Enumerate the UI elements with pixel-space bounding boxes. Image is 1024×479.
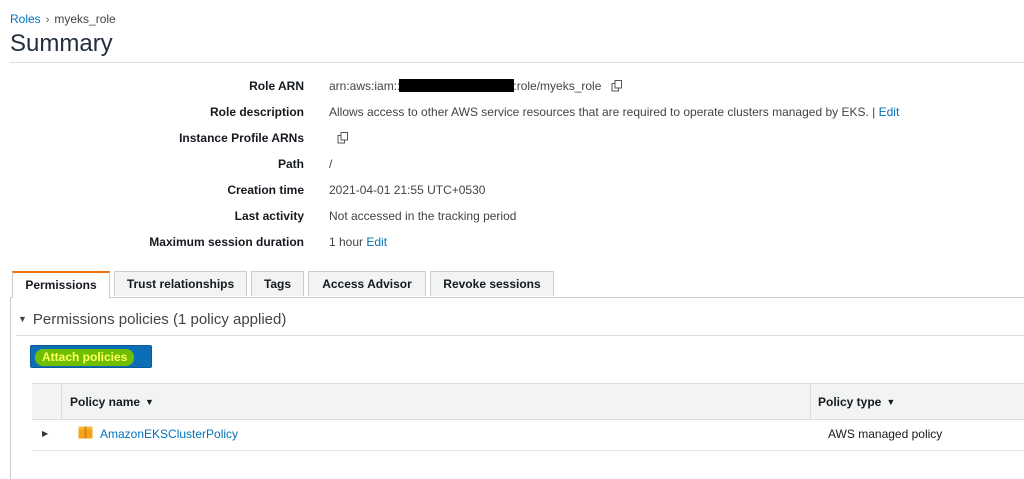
permissions-panel: ▼ Permissions policies (1 policy applied)… bbox=[10, 297, 1024, 479]
breadcrumb-current: myeks_role bbox=[54, 12, 116, 26]
caret-down-icon: ▼ bbox=[18, 314, 27, 324]
max-session-label: Maximum session duration bbox=[149, 235, 304, 249]
last-activity-label: Last activity bbox=[234, 209, 304, 223]
policy-name-link[interactable]: AmazonEKSClusterPolicy bbox=[100, 427, 238, 441]
edit-session-duration-link[interactable]: Edit bbox=[366, 235, 387, 249]
last-activity-value: Not accessed in the tracking period bbox=[329, 209, 517, 223]
title-divider bbox=[10, 62, 1024, 63]
policy-name-header[interactable]: Policy name ▼ bbox=[70, 395, 154, 409]
path-value: / bbox=[329, 157, 333, 171]
table-header: Policy name ▼ Policy type ▼ bbox=[32, 383, 1024, 420]
breadcrumb-roles-link[interactable]: Roles bbox=[10, 12, 41, 26]
instance-profile-value bbox=[329, 131, 349, 145]
edit-description-link[interactable]: Edit bbox=[879, 105, 900, 119]
expand-triangle-icon[interactable]: ▶ bbox=[42, 429, 48, 438]
path-label: Path bbox=[277, 157, 304, 171]
creation-time-value: 2021-04-01 21:55 UTC+0530 bbox=[329, 183, 486, 197]
table-row: ▶ AmazonEKSClusterPolicy AWS managed pol… bbox=[32, 420, 1024, 451]
tab-permissions[interactable]: Permissions bbox=[12, 271, 110, 298]
role-arn-row: Role ARN arn:aws:iam:::role/myeks_role bbox=[0, 79, 1024, 105]
page-title: Summary bbox=[10, 30, 113, 57]
chevron-right-icon: › bbox=[45, 14, 50, 26]
attach-policies-button[interactable]: Attach policies bbox=[30, 345, 152, 368]
role-tabs: Permissions Trust relationships Tags Acc… bbox=[10, 271, 1024, 298]
attach-policies-label: Attach policies bbox=[35, 349, 135, 366]
role-arn-label: Role ARN bbox=[249, 79, 304, 93]
role-arn-prefix: arn:aws:iam:: bbox=[329, 79, 401, 93]
permissions-section-title: Permissions policies (1 policy applied) bbox=[32, 311, 287, 328]
expand-column-header bbox=[32, 384, 62, 419]
sort-caret-icon: ▼ bbox=[145, 397, 154, 407]
tab-access-advisor[interactable]: Access Advisor bbox=[308, 271, 426, 296]
policy-type-header[interactable]: Policy type ▼ bbox=[818, 395, 895, 409]
column-divider bbox=[810, 384, 811, 419]
tab-revoke-sessions[interactable]: Revoke sessions bbox=[430, 271, 554, 296]
role-description-value: Allows access to other AWS service resou… bbox=[329, 105, 876, 119]
max-session-value: 1 hour bbox=[329, 235, 364, 249]
role-description-row: Role description Allows access to other … bbox=[0, 105, 1024, 131]
instance-profile-label: Instance Profile ARNs bbox=[179, 131, 304, 145]
instance-profile-row: Instance Profile ARNs bbox=[0, 131, 1024, 157]
policy-name-header-label: Policy name bbox=[70, 395, 141, 409]
role-summary: Role ARN arn:aws:iam:::role/myeks_role R… bbox=[0, 79, 1024, 261]
policies-table: Policy name ▼ Policy type ▼ ▶ AmazonEKSClu… bbox=[32, 383, 1024, 451]
role-description-value-wrap: Allows access to other AWS service resou… bbox=[329, 105, 899, 119]
copy-icon[interactable] bbox=[611, 80, 623, 92]
role-arn-value: arn:aws:iam:::role/myeks_role bbox=[329, 79, 623, 93]
last-activity-row: Last activity Not accessed in the tracki… bbox=[0, 209, 1024, 235]
copy-icon[interactable] bbox=[337, 132, 349, 144]
creation-time-row: Creation time 2021-04-01 21:55 UTC+0530 bbox=[0, 183, 1024, 209]
policy-type-value: AWS managed policy bbox=[828, 427, 943, 441]
permissions-section-toggle[interactable]: ▼ Permissions policies (1 policy applied) bbox=[18, 311, 286, 328]
redacted-account-id bbox=[399, 79, 515, 92]
tab-tags[interactable]: Tags bbox=[251, 271, 304, 296]
creation-time-label: Creation time bbox=[227, 183, 304, 197]
section-divider bbox=[16, 335, 1024, 336]
policy-box-icon bbox=[78, 426, 93, 439]
path-row: Path / bbox=[0, 157, 1024, 183]
tab-trust-relationships[interactable]: Trust relationships bbox=[114, 271, 247, 296]
breadcrumb: Roles › myeks_role bbox=[10, 12, 116, 26]
role-arn-suffix: :role/myeks_role bbox=[513, 79, 602, 93]
max-session-value-wrap: 1 hour Edit bbox=[329, 235, 387, 249]
sort-caret-icon: ▼ bbox=[886, 397, 896, 407]
max-session-row: Maximum session duration 1 hour Edit bbox=[0, 235, 1024, 261]
policy-type-header-label: Policy type bbox=[818, 395, 882, 409]
role-description-label: Role description bbox=[209, 105, 304, 119]
